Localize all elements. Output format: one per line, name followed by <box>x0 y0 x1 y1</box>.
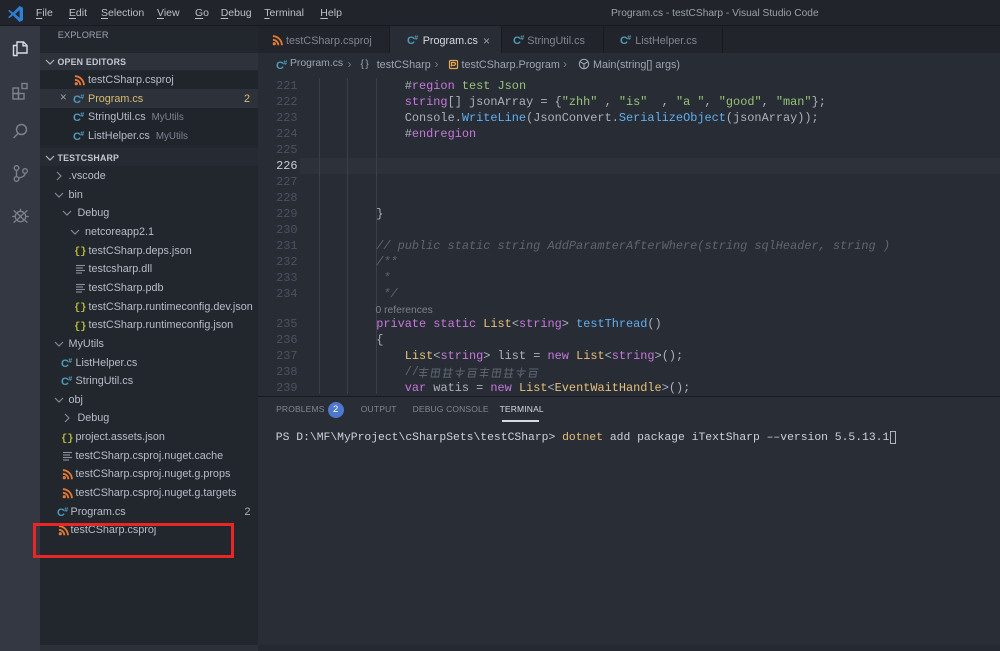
svg-text:{}: {} <box>74 302 86 312</box>
svg-text:{}: {} <box>74 246 86 256</box>
svg-text:#: # <box>414 35 418 42</box>
svg-text:#: # <box>80 131 84 138</box>
svg-text:{}: {} <box>74 321 86 331</box>
svg-text:#: # <box>283 60 287 67</box>
svg-text:#: # <box>68 376 72 383</box>
svg-text:{}: {} <box>61 433 73 443</box>
svg-text:#: # <box>64 507 68 514</box>
svg-text:#: # <box>80 112 84 119</box>
svg-text:#: # <box>520 35 524 42</box>
svg-text:#: # <box>627 35 631 42</box>
svg-text:#: # <box>68 358 72 365</box>
svg-text:#: # <box>80 94 84 101</box>
